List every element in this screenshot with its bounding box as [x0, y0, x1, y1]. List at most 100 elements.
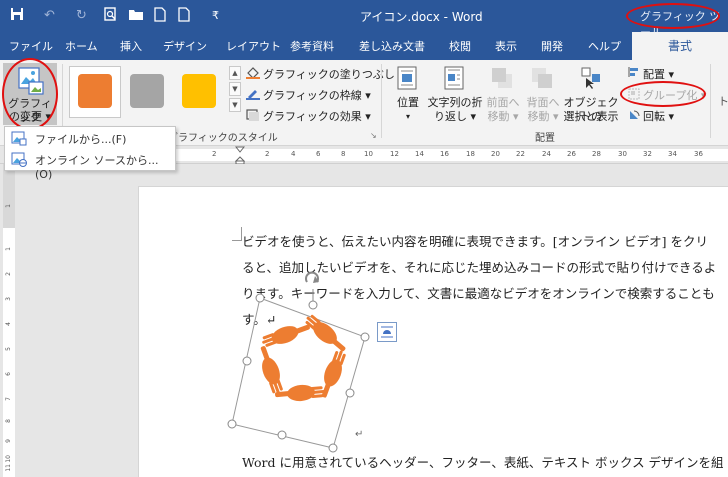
- position-chevron: ▾: [405, 112, 410, 121]
- ruler-tick: 22: [516, 150, 525, 158]
- dialog-launcher-icon[interactable]: ↘: [370, 131, 377, 140]
- annotation-circle-change-graphic: [2, 58, 58, 130]
- tab-format[interactable]: 書式: [632, 32, 728, 60]
- hands-circle-icon: [260, 314, 346, 402]
- ruler-tick: 30: [618, 150, 627, 158]
- align-button[interactable]: 配置 ▾: [643, 66, 674, 82]
- document-page[interactable]: ビデオを使うと、伝えたい内容を明確に表現できます。[オンライン ビデオ] をクリ…: [138, 186, 728, 477]
- tab-layout[interactable]: レイアウト: [226, 38, 281, 54]
- styles-group-label: グラフィックのスタイル: [168, 133, 278, 144]
- menu-item-from-file-label: ファイルから...(F): [35, 133, 127, 146]
- margin-corner-mark: [232, 227, 242, 241]
- tab-references[interactable]: 参考資料: [290, 38, 334, 54]
- bring-forward-label-1[interactable]: 前面へ: [484, 96, 522, 110]
- send-backward-label-1[interactable]: 背面へ: [524, 96, 562, 110]
- gallery-scroll-up[interactable]: ▲: [229, 66, 241, 80]
- rotate-handle-icon[interactable]: [305, 271, 319, 283]
- open-folder-icon[interactable]: [128, 7, 144, 25]
- vertical-ruler[interactable]: 1 1 2 3 4 5 6 7 8 9 10 11: [0, 164, 18, 477]
- selection-frame: [231, 297, 366, 449]
- tab-home[interactable]: ホーム: [65, 38, 98, 54]
- menu-item-from-online[interactable]: オンライン ソースから...(O): [5, 149, 175, 181]
- effects-icon: [246, 109, 260, 124]
- vruler-tick: 1: [5, 204, 12, 208]
- pen-outline-icon: [246, 88, 260, 103]
- menu-item-from-file[interactable]: ファイルから...(F): [5, 128, 175, 149]
- divider: [710, 64, 711, 138]
- ruler-tick: 26: [567, 150, 576, 158]
- graphic-effects-button[interactable]: グラフィックの効果 ▾: [263, 108, 371, 124]
- more-commands-icon[interactable]: ト: [718, 93, 728, 109]
- vruler-tick: 4: [5, 322, 12, 326]
- gallery-scroll-down[interactable]: ▼: [229, 82, 241, 96]
- wrap-text-label-1[interactable]: 文字列の折: [426, 96, 484, 110]
- ruler-tick: 28: [592, 150, 601, 158]
- tab-developer[interactable]: 開発: [541, 38, 563, 54]
- style-swatch-gold[interactable]: [182, 74, 216, 108]
- send-backward-label-2[interactable]: 移動 ▾: [524, 110, 562, 124]
- graphic-outline-button[interactable]: グラフィックの枠線 ▾: [263, 87, 371, 103]
- divider: [381, 64, 382, 138]
- tab-review[interactable]: 校閲: [449, 38, 471, 54]
- tab-design[interactable]: デザイン: [163, 38, 207, 54]
- selection-pane-icon: [580, 66, 604, 93]
- bring-forward-label-2[interactable]: 移動 ▾: [484, 110, 522, 124]
- style-swatch-orange[interactable]: [78, 74, 112, 108]
- vruler-tick: 1: [5, 247, 12, 251]
- gallery-more[interactable]: ▼: [229, 98, 241, 112]
- redo-icon[interactable]: ↻: [76, 7, 87, 25]
- position-icon: [397, 66, 417, 93]
- bring-forward-icon: [490, 66, 514, 93]
- annotation-circle-group: [620, 81, 706, 107]
- new-document-icon[interactable]: [154, 7, 166, 25]
- customize-qat-icon[interactable]: ₹: [212, 7, 219, 25]
- vruler-tick: 7: [5, 397, 12, 401]
- selected-icon-graphic[interactable]: ↵: [227, 265, 413, 457]
- ruler-tick: 18: [466, 150, 475, 158]
- ruler-tick: 32: [643, 150, 652, 158]
- tab-file[interactable]: ファイル: [9, 38, 53, 54]
- position-button[interactable]: 位置: [392, 96, 424, 110]
- ruler-tick: 6: [316, 150, 321, 158]
- undo-icon[interactable]: ↶: [44, 7, 55, 25]
- paragraph-line[interactable]: Word に用意されているヘッダー、フッター、表紙、テキスト ボックス デザイン…: [242, 452, 724, 473]
- change-graphic-menu: ファイルから...(F) オンライン ソースから...(O): [4, 126, 176, 181]
- ruler-tick: 8: [341, 150, 346, 158]
- tab-help[interactable]: ヘルプ: [588, 38, 621, 54]
- ruler-tick: 2: [212, 150, 217, 158]
- vruler-tick: 3: [5, 297, 12, 301]
- vruler-tick: 2: [5, 272, 12, 276]
- rotate-icon: [628, 109, 640, 124]
- graphic-fill-button[interactable]: グラフィックの塗りつぶし ▾: [263, 66, 404, 82]
- vruler-tick: 6: [5, 372, 12, 376]
- align-icon: [628, 66, 640, 81]
- tab-insert[interactable]: 挿入: [120, 38, 142, 54]
- ruler-tick: 34: [668, 150, 677, 158]
- ruler-tick: 24: [542, 150, 551, 158]
- indent-marker-icon[interactable]: [234, 146, 246, 167]
- style-swatch-gray[interactable]: [130, 74, 164, 108]
- save-icon[interactable]: [10, 7, 24, 25]
- vruler-tick: 10: [5, 455, 12, 463]
- from-file-icon: [11, 130, 27, 149]
- print-preview-icon[interactable]: [104, 7, 117, 25]
- vruler-tick: 11: [5, 464, 12, 472]
- selection-pane-label-2[interactable]: 選択と表示: [560, 110, 622, 124]
- ruler-tick: 12: [390, 150, 399, 158]
- tab-view[interactable]: 表示: [495, 38, 517, 54]
- menu-item-from-online-label: オンライン ソースから...(O): [35, 154, 159, 181]
- ruler-tick: 10: [364, 150, 373, 158]
- title-bar: ↶ ↻ ₹ アイコン.docx - Word グラフィック ツール: [0, 0, 728, 39]
- paragraph-mark: ↵: [355, 429, 363, 440]
- layout-options-button[interactable]: [377, 322, 397, 342]
- rotate-button[interactable]: 回転 ▾: [643, 108, 674, 124]
- wrap-text-label-2[interactable]: り返し ▾: [426, 110, 484, 124]
- paragraph-line[interactable]: ビデオを使うと、伝えたい内容を明確に表現できます。[オンライン ビデオ] をクリ: [242, 231, 708, 252]
- arrange-group-label: 配置: [535, 133, 555, 144]
- new-icon[interactable]: [178, 7, 190, 25]
- tab-mailings[interactable]: 差し込み文書: [359, 38, 425, 54]
- ruler-tick: 20: [491, 150, 500, 158]
- ruler-tick: 4: [291, 150, 296, 158]
- document-title: アイコン.docx - Word: [360, 10, 483, 24]
- ruler-tick: 36: [694, 150, 703, 158]
